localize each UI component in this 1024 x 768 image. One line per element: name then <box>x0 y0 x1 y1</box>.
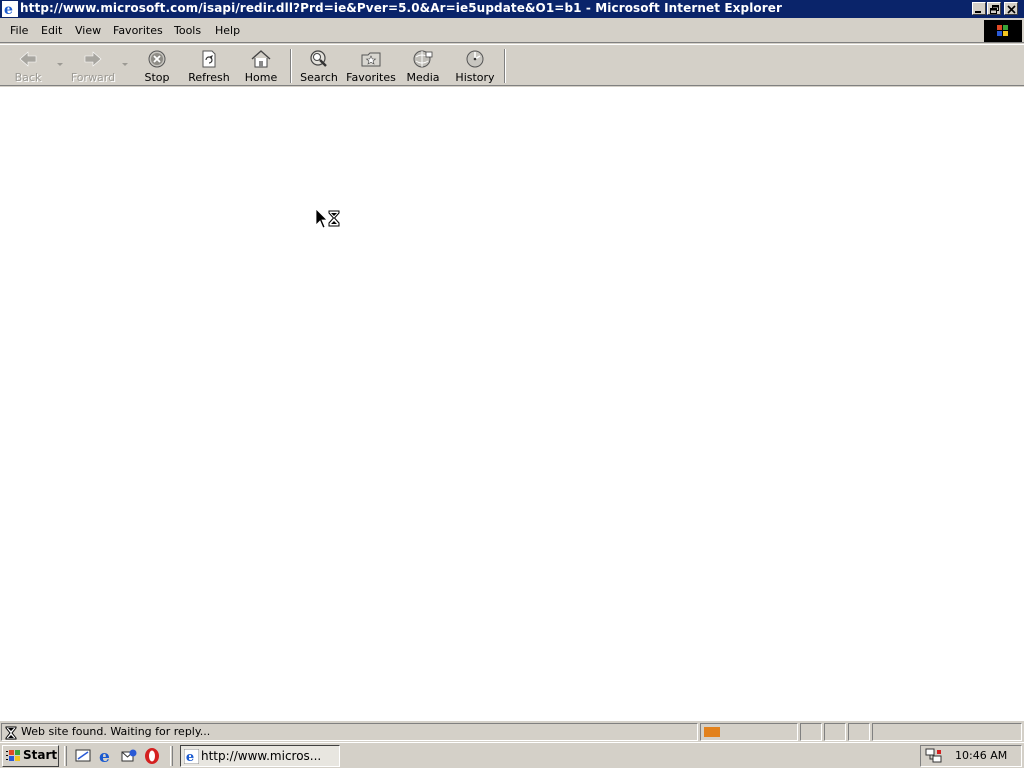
hourglass-icon <box>5 726 17 740</box>
refresh-button[interactable]: Refresh <box>186 48 232 84</box>
progress-fill <box>704 727 720 737</box>
menu-bar: File Edit View Favorites Tools Help <box>0 20 1024 43</box>
back-arrow-icon <box>19 51 37 67</box>
refresh-icon <box>202 50 216 68</box>
svg-text:e: e <box>99 747 110 765</box>
menu-help[interactable]: Help <box>215 24 240 37</box>
quicklaunch-grip[interactable] <box>64 746 67 766</box>
history-button[interactable]: History <box>455 48 495 84</box>
forward-label: Forward <box>70 71 116 84</box>
menu-file[interactable]: File <box>10 24 28 37</box>
history-label: History <box>455 71 495 84</box>
status-text: Web site found. Waiting for reply... <box>21 725 211 738</box>
windows-logo-icon <box>997 25 1008 36</box>
tasks-grip[interactable] <box>170 746 173 766</box>
ie-task-icon: e <box>184 749 199 764</box>
menu-tools[interactable]: Tools <box>174 24 201 37</box>
windows-flag-icon <box>6 750 20 761</box>
page-content[interactable] <box>0 87 1024 720</box>
stop-label: Stop <box>144 71 170 84</box>
zone-pane <box>872 723 1022 741</box>
minimize-icon <box>975 11 981 13</box>
internet-explorer-icon[interactable]: e <box>97 747 115 765</box>
clock[interactable]: 10:46 AM <box>955 749 1007 762</box>
show-desktop-icon[interactable] <box>74 747 92 765</box>
search-button[interactable]: Search <box>299 48 339 84</box>
close-button[interactable] <box>1004 2 1018 15</box>
status-pane-2 <box>824 723 846 741</box>
favorites-label: Favorites <box>346 71 396 84</box>
favorites-icon <box>361 52 381 67</box>
forward-button[interactable]: Forward <box>70 48 116 84</box>
history-icon <box>466 50 484 68</box>
restore-icon <box>990 5 999 14</box>
title-bar[interactable]: e http://www.microsoft.com/isapi/redir.d… <box>0 0 1024 18</box>
status-bar: Web site found. Waiting for reply... <box>0 720 1024 743</box>
ie-icon: e <box>2 1 18 17</box>
standard-toolbar: Back Forward Stop Refresh Home Search Fa… <box>0 44 1024 86</box>
toolbar-separator <box>290 49 292 83</box>
status-pane-3 <box>848 723 870 741</box>
home-label: Home <box>244 71 278 84</box>
menu-edit[interactable]: Edit <box>41 24 62 37</box>
favorites-button[interactable]: Favorites <box>346 48 396 84</box>
stop-button[interactable]: Stop <box>138 48 176 84</box>
svg-text:e: e <box>186 750 194 764</box>
network-icon[interactable] <box>925 748 943 764</box>
search-label: Search <box>300 71 338 84</box>
window-title: http://www.microsoft.com/isapi/redir.dll… <box>20 1 783 15</box>
restore-button[interactable] <box>987 2 1001 15</box>
media-icon <box>413 50 433 68</box>
forward-arrow-icon <box>84 51 102 67</box>
start-label: Start <box>23 748 58 762</box>
windows-logo-throbber <box>984 20 1022 42</box>
home-icon <box>251 50 271 68</box>
media-label: Media <box>406 71 440 84</box>
minimize-button[interactable] <box>972 2 986 15</box>
toolbar-end-separator <box>504 49 506 83</box>
outlook-express-icon[interactable] <box>120 747 138 765</box>
status-text-pane: Web site found. Waiting for reply... <box>1 723 698 741</box>
busy-cursor-icon <box>315 208 340 229</box>
opera-icon[interactable] <box>143 747 161 765</box>
start-button[interactable]: Start <box>2 745 59 767</box>
search-icon <box>310 50 327 67</box>
system-tray: 10:46 AM <box>920 745 1022 767</box>
refresh-label: Refresh <box>188 71 230 84</box>
home-button[interactable]: Home <box>242 48 280 84</box>
taskbar-ie-window-label: http://www.micros... <box>201 749 322 763</box>
taskbar: Start e e http://www.micros... 10:46 AM <box>0 742 1024 768</box>
status-pane-1 <box>800 723 822 741</box>
forward-dropdown-icon[interactable] <box>121 62 129 68</box>
menu-favorites[interactable]: Favorites <box>113 24 163 37</box>
back-dropdown-icon[interactable] <box>56 62 64 68</box>
stop-icon <box>148 50 166 68</box>
taskbar-ie-window[interactable]: e http://www.micros... <box>180 745 340 767</box>
back-button[interactable]: Back <box>8 48 48 84</box>
menu-view[interactable]: View <box>75 24 101 37</box>
close-icon <box>1007 5 1016 14</box>
svg-text:e: e <box>4 2 13 17</box>
media-button[interactable]: Media <box>404 48 442 84</box>
back-label: Back <box>14 71 42 84</box>
progress-pane <box>700 723 798 741</box>
